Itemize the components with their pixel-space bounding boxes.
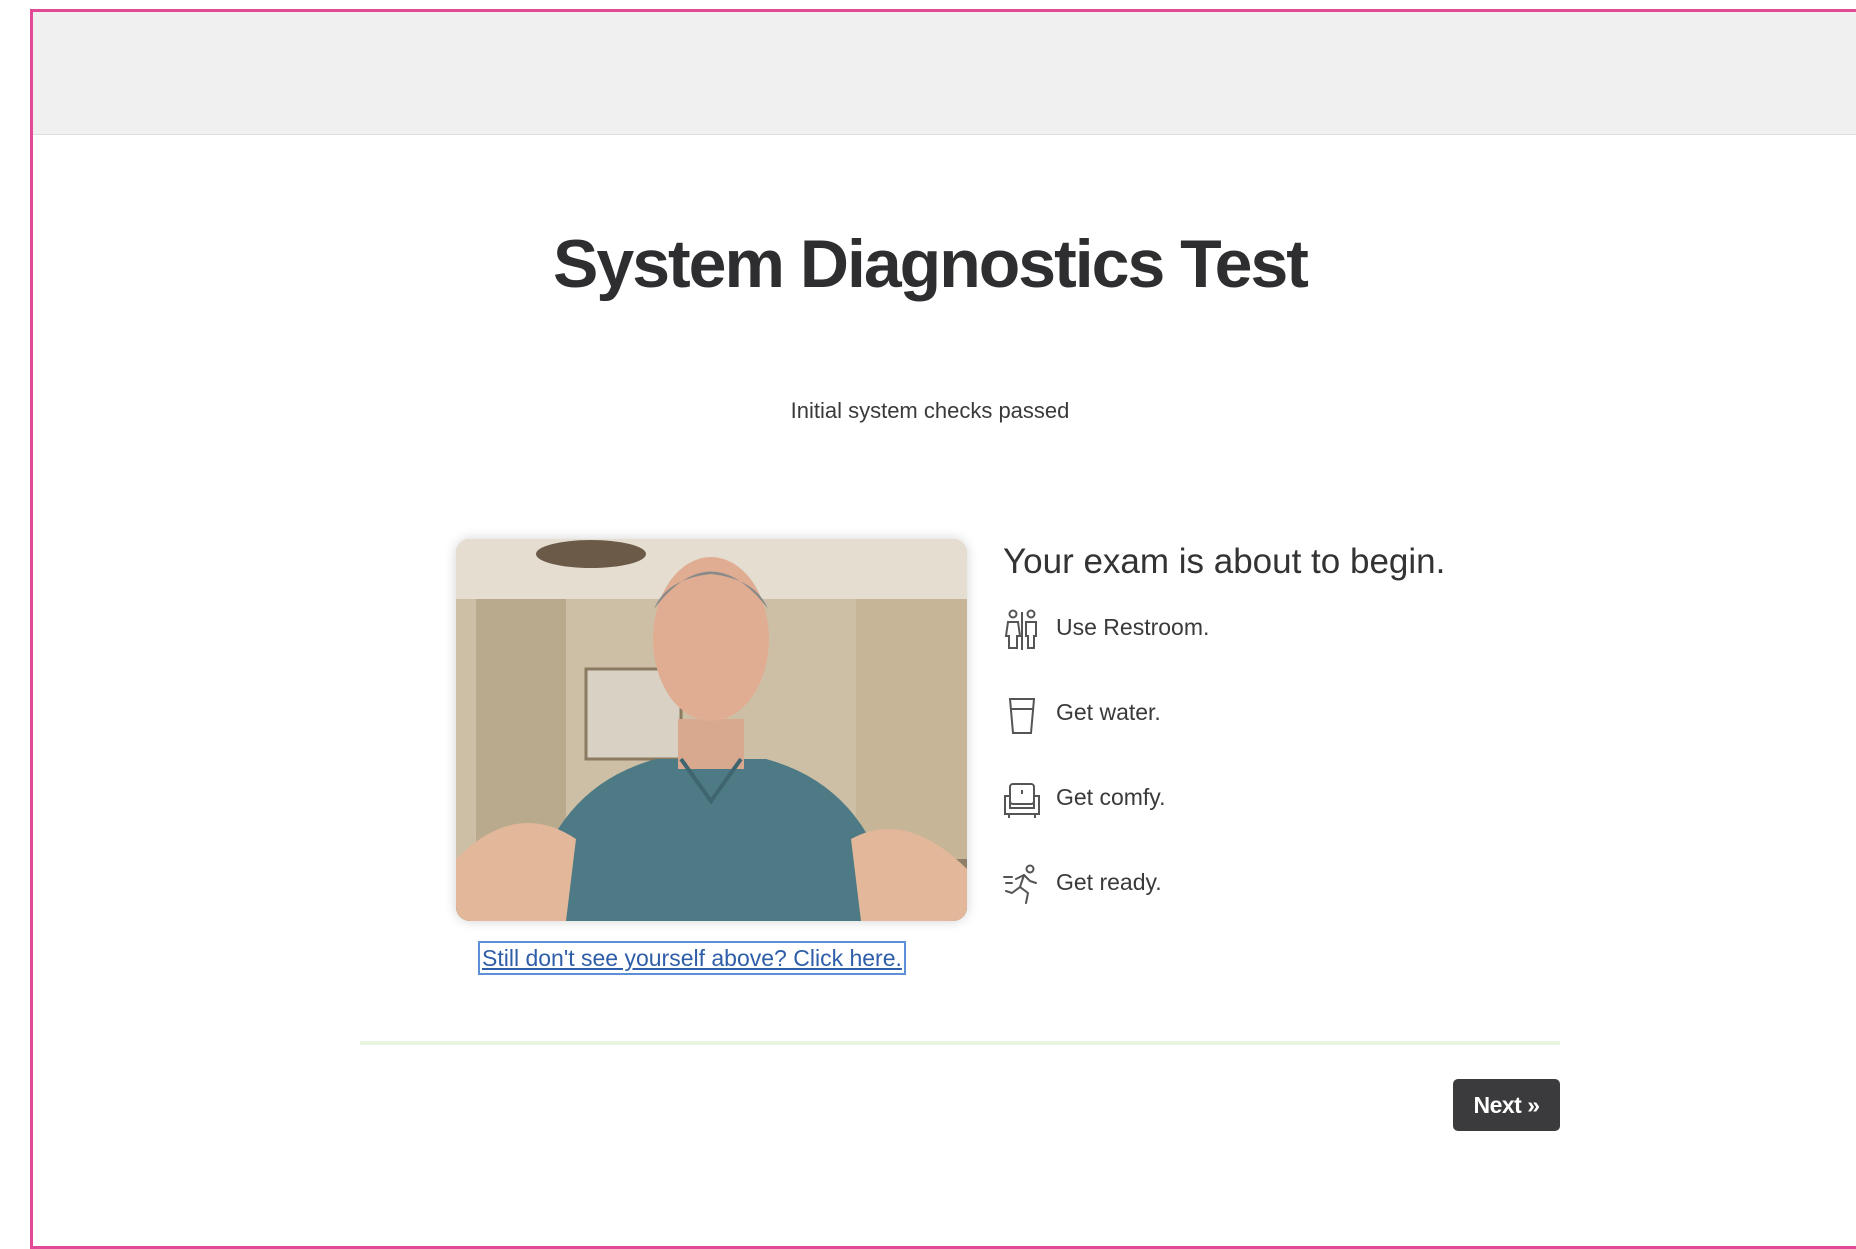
webcam-help-link[interactable]: Still don't see yourself above? Click he… <box>478 941 906 975</box>
next-button[interactable]: Next » <box>1453 1079 1560 1131</box>
webcam-image <box>456 539 967 921</box>
armchair-icon <box>1002 778 1042 822</box>
checklist-item-label: Use Restroom. <box>1056 614 1210 640</box>
status-text: Initial system checks passed <box>790 398 1070 423</box>
checklist-item-label: Get ready. <box>1056 869 1162 895</box>
runner-icon <box>1002 863 1042 907</box>
top-bar <box>33 12 1856 135</box>
water-glass-icon <box>1002 693 1042 737</box>
checklist-item-restroom: Use Restroom. <box>1002 608 1209 652</box>
checklist-item-label: Get water. <box>1056 699 1161 725</box>
webcam-preview <box>456 539 967 921</box>
checklist-item-label: Get comfy. <box>1056 784 1166 810</box>
section-divider <box>360 1041 1560 1045</box>
checklist-heading: Your exam is about to begin. <box>1003 542 1446 581</box>
checklist-item-ready: Get ready. <box>1002 863 1162 907</box>
page-title: System Diagnostics Test <box>553 226 1309 302</box>
checklist-item-comfy: Get comfy. <box>1002 778 1166 822</box>
restroom-icon <box>1002 608 1042 652</box>
checklist-item-water: Get water. <box>1002 693 1161 737</box>
